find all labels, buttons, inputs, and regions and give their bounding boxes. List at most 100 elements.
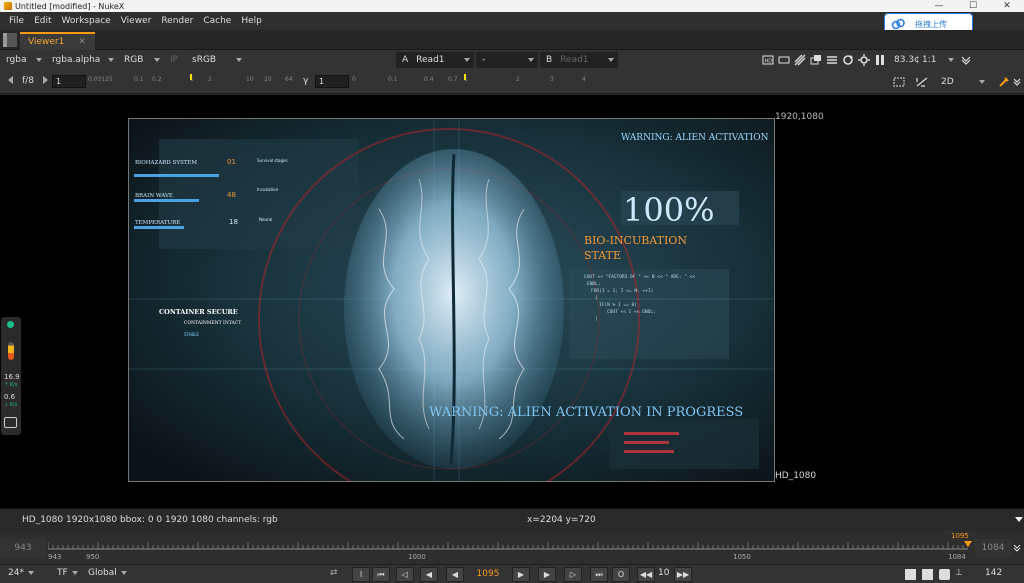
menu-workspace[interactable]: Workspace [57,12,116,30]
input-process-toggle[interactable]: IP [164,52,186,68]
info-expand-icon[interactable] [1015,517,1023,522]
viewer-info-bar: HD_1080 1920x1080 bbox: 0 0 1920 1080 ch… [0,508,1024,531]
fps-dropdown[interactable]: 24* [8,568,34,578]
hud-left-label-2: BRAIN WAVE [135,193,173,199]
next-keyframe-button[interactable]: ▷ [564,567,582,582]
timeline-tick-1050: 1050 [733,553,751,561]
settings-gear-icon[interactable] [858,54,870,66]
go-to-start-button[interactable]: ⏮ [372,567,390,582]
pin-icon[interactable]: ⊥ [955,568,963,578]
go-to-end-button[interactable]: ⏭ [590,567,608,582]
download-unit: ↓ K/s [4,402,18,408]
display-channel-dropdown[interactable]: RGB [118,52,164,68]
minimize-button[interactable]: — [922,0,956,12]
tab-viewer1[interactable]: Viewer1 ✕ [20,32,95,50]
wipe-icon[interactable] [794,54,806,66]
timeline: 943 943 950 1000 1050 1084 1095 1084 [0,531,1024,564]
play-backward-button[interactable]: ◀ [446,567,464,582]
gain-slider[interactable]: 0.03125 0.1 0.2 1 2 10 20 64 [88,74,298,88]
first-frame-field[interactable]: 943 [0,539,46,557]
increment-field[interactable]: 10 [658,568,669,578]
color-picker-icon[interactable] [998,76,1010,88]
maximize-button[interactable]: ☐ [956,0,990,12]
lock-icon[interactable] [939,569,950,580]
playhead[interactable]: 1095 [951,531,975,551]
zoom-dropdown[interactable]: 83.3¢ [888,52,920,68]
transform-handle-icon[interactable] [915,76,929,88]
set-in-point-button[interactable]: I [352,567,370,582]
gain-field[interactable]: 1 [52,75,86,88]
gamma-tick: 2 [516,76,520,83]
timeline-ruler[interactable] [48,542,968,550]
fps-value: 24* [8,568,24,578]
timeline-tick-start: 943 [48,553,62,561]
previous-keyframe-button[interactable]: ◁ [396,567,414,582]
fstop-forward-icon[interactable] [43,76,48,84]
hud-code-line: COUT << "FACTORS OF " << N << " ARE: " <… [584,274,695,280]
gain-tick: 64 [285,76,293,83]
format-name-label: HD_1080 [775,471,817,481]
panel-grip-icon[interactable] [3,33,17,47]
view-mode-dropdown[interactable]: 2D [935,74,989,90]
current-frame-field[interactable]: 1095 [472,569,504,579]
hud-bio-line1: BIO-INCUBATION [584,234,687,247]
channels-dropdown[interactable]: rgba [0,52,46,68]
menu-help[interactable]: Help [236,12,267,30]
step-back-button[interactable]: ◀ [420,567,438,582]
timeline-tick-end: 1084 [948,553,966,561]
hud-code-line: IF(N % I == 0) [599,302,637,308]
hud-code-line: ENDL; [587,281,601,287]
menu-render[interactable]: Render [156,12,198,30]
gamma-tick: 0 [352,76,356,83]
fstop-arrow-icon[interactable] [8,76,13,84]
gamma-tick: 0.4 [424,76,434,83]
overlay-icon[interactable] [810,54,822,66]
hud-container-secure: CONTAINER SECURE [159,308,238,316]
skip-back-increment-button[interactable]: ◀◀ [637,567,655,582]
hud-code-line: COUT << I << ENDL; [607,309,656,315]
colorspace-dropdown[interactable]: sRGB [186,52,246,68]
input-a-dropdown[interactable]: A Read1 [396,52,474,68]
timecode-format-dropdown[interactable]: TF [57,568,78,578]
input-b-label: B [546,55,553,65]
camera-icon[interactable] [4,417,17,428]
menu-file[interactable]: File [4,12,29,30]
more-chevron-icon[interactable] [1012,76,1022,88]
gamma-slider[interactable]: 0 0.1 0.4 0.7 1 2 3 4 [350,74,590,88]
tab-close-icon[interactable]: ✕ [78,37,86,47]
pixel-ratio-dropdown[interactable]: 1:1 [916,52,958,68]
display-value: RGB [124,55,144,65]
merge-mode-dropdown[interactable]: - [476,52,538,68]
refresh-icon[interactable] [842,54,854,66]
format-size-label: 1920,1080 [775,112,824,122]
play-forward-button[interactable]: ▶ [512,567,530,582]
skip-forward-increment-button[interactable]: ▶▶ [674,567,692,582]
list-icon[interactable] [826,54,838,66]
playhead-frame: 1095 [951,532,969,540]
last-frame-field[interactable]: 1084 [975,539,1011,557]
viewer-canvas[interactable]: 1920,1080 BIOHAZARD SYSTEM BRAIN WAVE TE… [0,95,1024,508]
roi-icon[interactable] [893,76,905,88]
input-b-dropdown[interactable]: B Read1 [540,52,618,68]
loop-mode-icon[interactable]: ⇄ [330,568,338,578]
menu-cache[interactable]: Cache [198,12,236,30]
hud-mid-label-1: Survival stages [257,158,288,163]
pause-icon[interactable] [874,54,886,66]
step-forward-button[interactable]: ▶ [538,567,556,582]
alpha-channel-dropdown[interactable]: rgba.alpha [46,52,118,68]
menu-edit[interactable]: Edit [29,12,56,30]
flipbook-icon[interactable] [922,569,933,580]
monitor-out-icon[interactable] [905,569,916,580]
gamma-field[interactable]: 1 [315,75,349,88]
region-icon[interactable] [778,54,790,66]
timeline-chevron-icon[interactable] [1013,543,1021,553]
channels-value: rgba [6,55,27,65]
hd-proxy-icon[interactable]: HD [762,54,774,66]
expand-chevron-icon[interactable] [960,54,972,66]
range-scope-dropdown[interactable]: Global [88,568,127,578]
close-window-button[interactable]: ✕ [990,0,1024,12]
gain-tick: 10 [246,76,254,83]
net-speed-widget[interactable]: 16.9 ↑ K/s 0.6 ↓ K/s [1,317,21,435]
set-out-point-button[interactable]: O [612,567,630,582]
menu-viewer[interactable]: Viewer [116,12,157,30]
